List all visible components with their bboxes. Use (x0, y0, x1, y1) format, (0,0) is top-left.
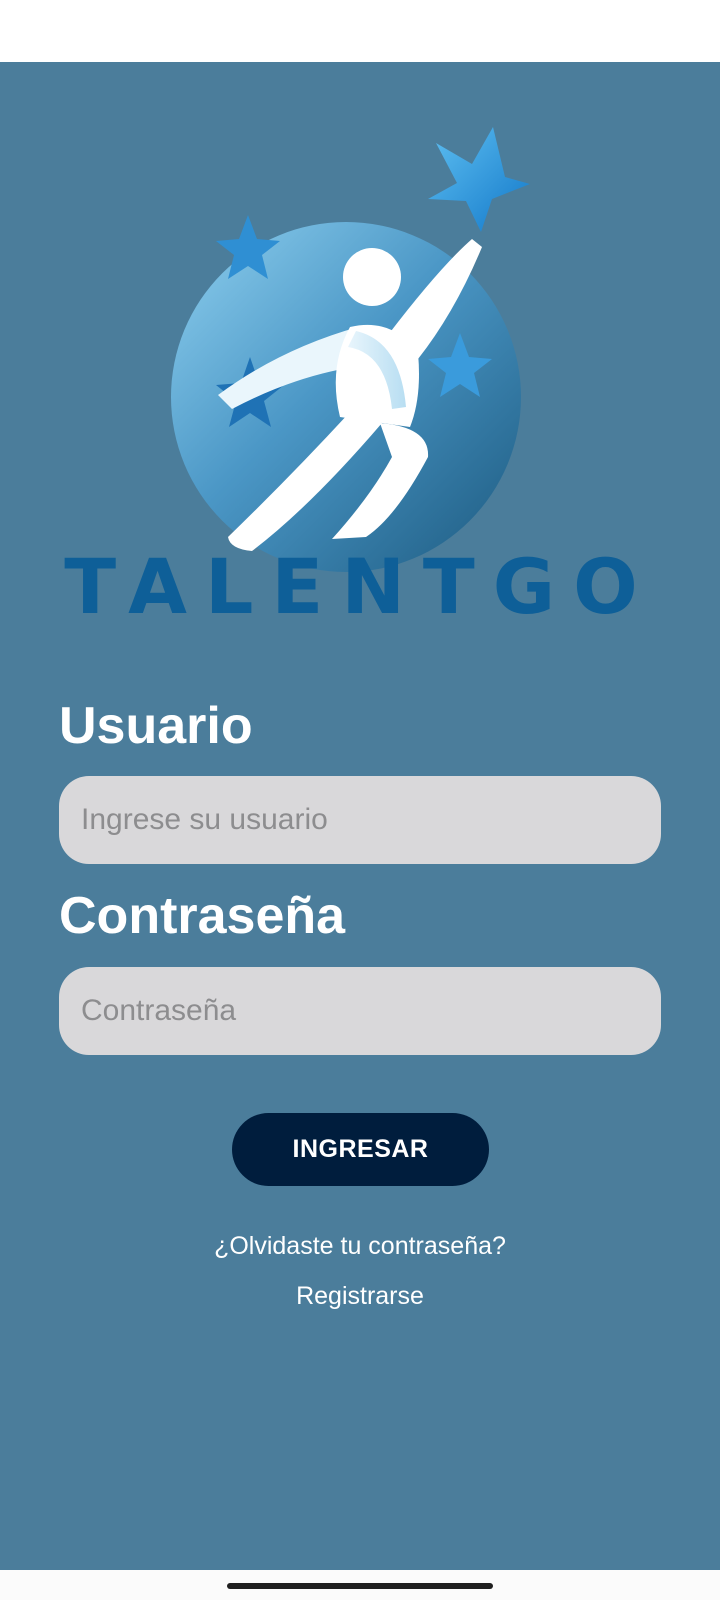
username-label: Usuario (59, 697, 253, 755)
login-button[interactable]: INGRESAR (232, 1113, 489, 1186)
password-label: Contraseña (59, 887, 346, 945)
username-input[interactable] (59, 776, 661, 864)
star-large-icon (428, 127, 530, 232)
password-input[interactable] (59, 967, 661, 1055)
status-bar (0, 0, 720, 62)
figure-head (343, 248, 401, 306)
brand-name: TALENTGO (64, 542, 656, 631)
talentgo-logo (171, 127, 530, 572)
forgot-password-link[interactable]: ¿Olvidaste tu contraseña? (0, 1232, 720, 1261)
home-indicator[interactable] (227, 1583, 493, 1589)
register-link[interactable]: Registrarse (0, 1282, 720, 1311)
login-screen: TALENTGO Usuario Contraseña INGRESAR ¿Ol… (0, 62, 720, 1570)
figure-torso (335, 324, 419, 427)
